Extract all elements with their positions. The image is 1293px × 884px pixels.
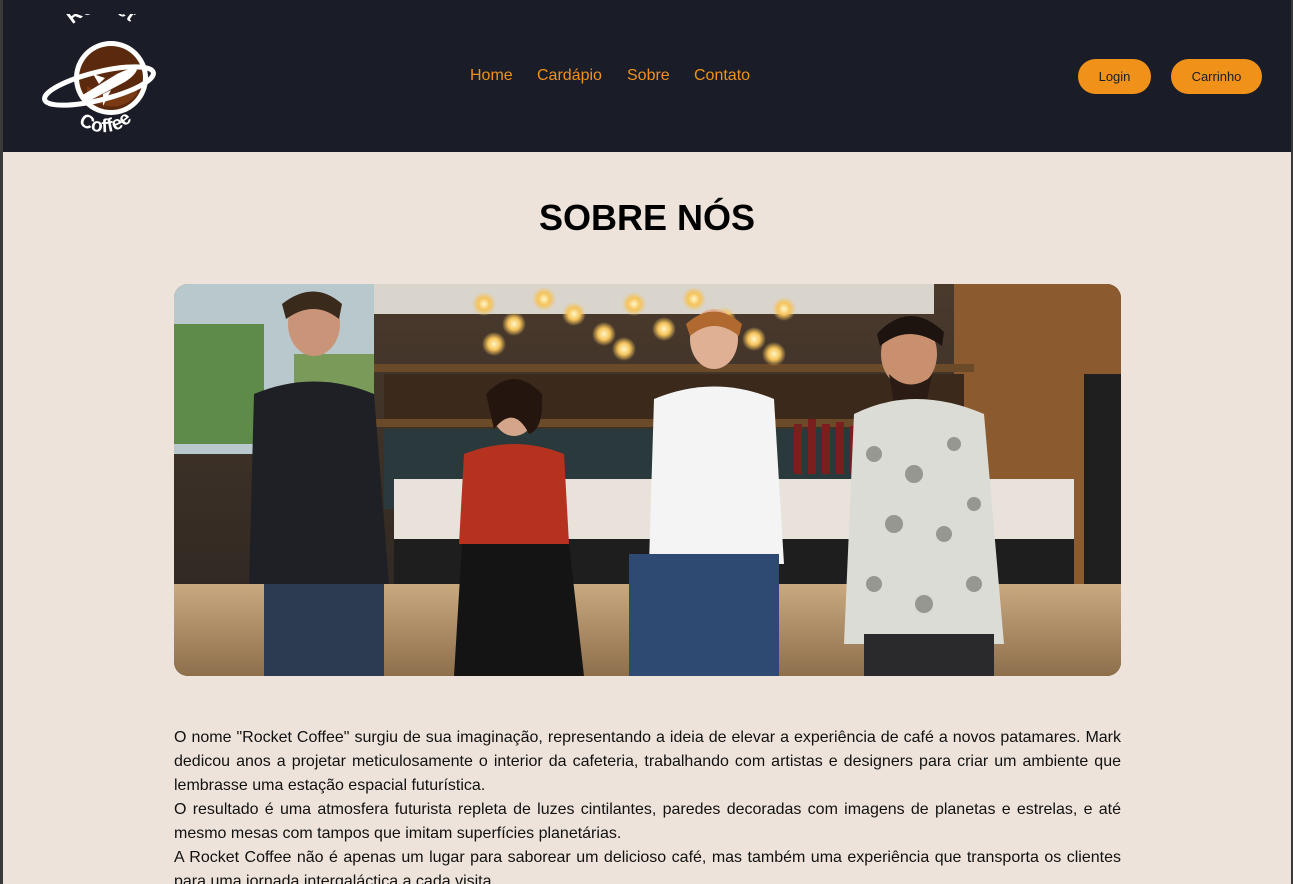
nav-link-contato[interactable]: Contato [694,66,750,86]
rocket-coffee-logo-icon: Rocket Coffee [42,14,156,137]
nav-link-home[interactable]: Home [470,66,513,86]
nav-link-cardapio[interactable]: Cardápio [537,66,602,86]
about-section: SOBRE NÓS O nome "Rocket Coffee" surgiu … [3,152,1291,884]
cart-button[interactable]: Carrinho [1171,59,1262,94]
about-paragraph: O nome "Rocket Coffee" surgiu de sua ima… [174,729,1121,794]
about-paragraph: O resultado é uma atmosfera futurista re… [174,801,1121,842]
about-paragraph: A Rocket Coffee não é apenas um lugar pa… [174,849,1121,884]
brand-logo[interactable]: Rocket Coffee [41,14,157,138]
page-title: SOBRE NÓS [538,197,756,238]
team-photo [174,284,1121,676]
team-photo-image [174,284,1121,676]
site-header: Rocket Coffee Home Cardápio Sobre Contat… [3,0,1291,152]
login-button[interactable]: Login [1078,59,1151,94]
nav-link-sobre[interactable]: Sobre [627,66,670,86]
logo-text-rocket: Rocket [63,14,141,28]
about-text: O nome "Rocket Coffee" surgiu de sua ima… [174,726,1121,884]
svg-text:Rocket: Rocket [63,14,141,28]
